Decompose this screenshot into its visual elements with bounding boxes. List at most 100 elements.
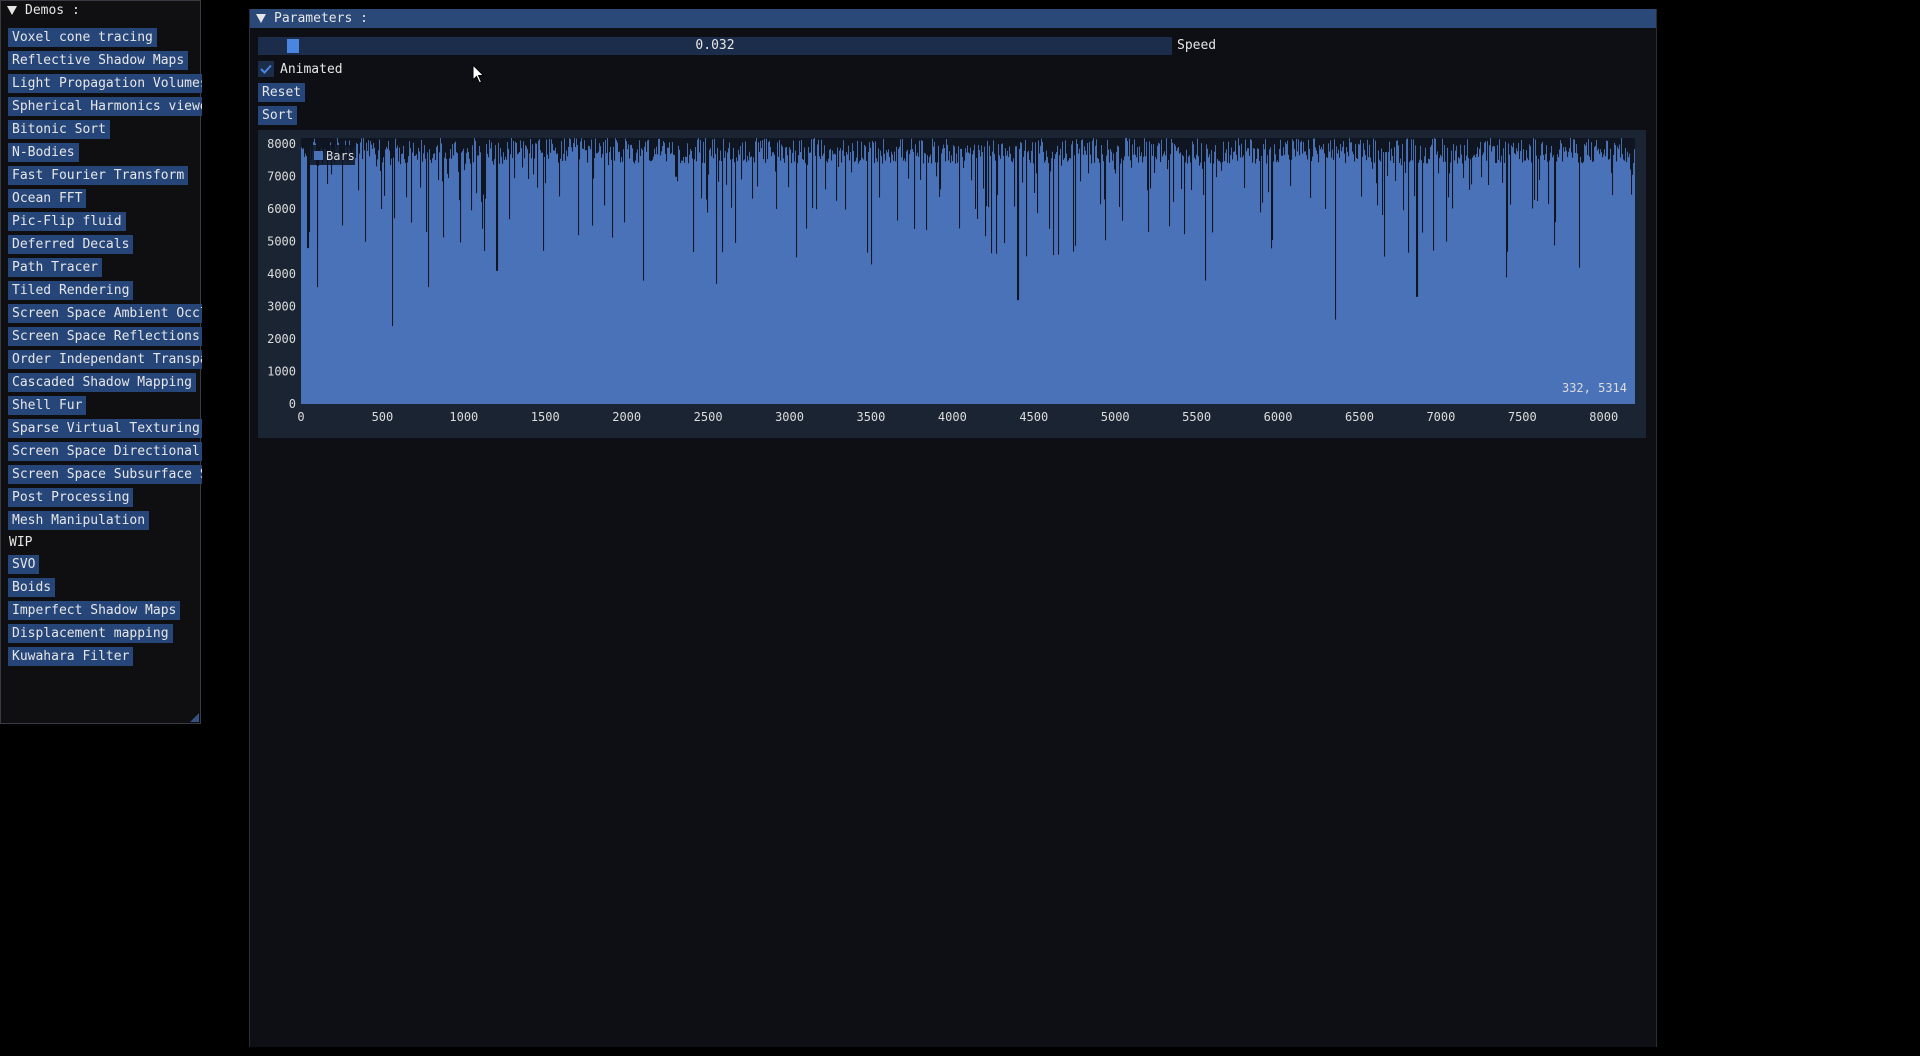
bar-gap bbox=[1339, 138, 1341, 158]
bar-gap bbox=[632, 138, 634, 149]
demo-button[interactable]: Displacement mapping bbox=[8, 624, 173, 643]
bar-gap bbox=[1029, 138, 1031, 160]
bar-gap bbox=[1186, 138, 1188, 150]
bar-gap bbox=[1170, 138, 1172, 155]
demo-button[interactable]: Ocean FFT bbox=[8, 189, 87, 208]
demo-button[interactable]: Screen Space Subsurface Sca bbox=[8, 465, 202, 484]
demo-button[interactable]: Mesh Manipulation bbox=[8, 511, 150, 530]
bar-gap bbox=[1024, 138, 1026, 151]
demo-button[interactable]: Cascaded Shadow Mapping bbox=[8, 373, 197, 392]
bar-gap bbox=[436, 138, 438, 147]
bar-gap bbox=[561, 138, 563, 142]
bar-gap bbox=[544, 138, 546, 157]
demo-button[interactable]: Sparse Virtual Texturing bbox=[8, 419, 202, 438]
demo-button[interactable]: Post Processing bbox=[8, 488, 134, 507]
bar-gap bbox=[640, 138, 642, 156]
bar-gap bbox=[372, 138, 374, 149]
demo-button[interactable]: Reflective Shadow Maps bbox=[8, 51, 189, 70]
bar-gap bbox=[392, 138, 394, 327]
bar-gap bbox=[784, 138, 786, 163]
resize-grip-icon[interactable] bbox=[190, 713, 199, 722]
demo-button[interactable]: Pic-Flip fluid bbox=[8, 212, 126, 231]
bar-gap bbox=[1507, 138, 1509, 252]
demo-button[interactable]: N-Bodies bbox=[8, 143, 79, 162]
bar-gap bbox=[984, 138, 986, 147]
bar-gap bbox=[1058, 138, 1060, 255]
demo-button[interactable]: Fast Fourier Transform bbox=[8, 166, 189, 185]
demo-button[interactable]: Order Independant Transpare bbox=[8, 350, 202, 369]
demo-button[interactable]: Imperfect Shadow Maps bbox=[8, 601, 181, 620]
bar-gap bbox=[1306, 138, 1308, 156]
demo-button[interactable]: Bitonic Sort bbox=[8, 120, 110, 139]
bar-gap bbox=[1284, 138, 1286, 155]
collapse-triangle-icon[interactable] bbox=[7, 6, 17, 15]
parameters-title-bar[interactable]: Parameters : bbox=[250, 9, 1656, 28]
demo-button[interactable]: Kuwahara Filter bbox=[8, 647, 134, 666]
bar-gap bbox=[1164, 138, 1166, 152]
sort-button[interactable]: Sort bbox=[258, 106, 298, 125]
demos-title-bar[interactable]: Demos : bbox=[1, 1, 200, 20]
bar-gap bbox=[1499, 138, 1501, 140]
demo-button[interactable]: Path Tracer bbox=[8, 258, 103, 277]
bar-gap bbox=[1614, 138, 1616, 143]
bar-gap bbox=[1150, 138, 1152, 189]
demo-row: Light Propagation Volumes bbox=[8, 74, 202, 97]
bar-gap bbox=[1094, 138, 1096, 163]
bar-gap bbox=[444, 138, 446, 158]
demo-button[interactable]: Light Propagation Volumes bbox=[8, 74, 202, 93]
bar-plot-svg[interactable]: 0 1000 2000 3000 4000 5000 6000 7000 8000 0 500 100… bbox=[258, 130, 1646, 438]
demo-button[interactable]: Screen Space Directional Oc bbox=[8, 442, 202, 461]
demos-title: Demos : bbox=[25, 3, 80, 18]
animated-checkbox[interactable] bbox=[258, 61, 274, 77]
bar-gap bbox=[1216, 138, 1218, 178]
demo-button[interactable]: SVO bbox=[8, 555, 40, 574]
bar-gap bbox=[714, 138, 716, 139]
bar-gap bbox=[772, 138, 774, 153]
bar-gap bbox=[1411, 138, 1413, 140]
bar-gap bbox=[972, 138, 974, 155]
reset-button[interactable]: Reset bbox=[258, 83, 306, 102]
speed-slider[interactable]: 0.032 bbox=[258, 37, 1172, 55]
bar-gap bbox=[1300, 138, 1302, 143]
demo-row: Fast Fourier Transform bbox=[8, 166, 202, 189]
bar-gap bbox=[524, 138, 526, 159]
bar-gap bbox=[679, 138, 681, 150]
bar-gap bbox=[676, 138, 678, 177]
bar-gap bbox=[673, 138, 675, 155]
demo-button[interactable]: Shell Fur bbox=[8, 396, 87, 415]
demo-button[interactable]: Boids bbox=[8, 578, 56, 597]
bar-gap bbox=[611, 138, 613, 160]
bar-gap bbox=[1317, 138, 1319, 155]
bar-gap bbox=[703, 138, 705, 142]
bar-gap bbox=[815, 138, 817, 156]
bar-gap bbox=[542, 138, 544, 153]
bar-gap bbox=[1117, 138, 1119, 146]
bar-gap bbox=[655, 138, 657, 155]
demo-row: Displacement mapping bbox=[8, 624, 202, 647]
bar-gap bbox=[572, 138, 574, 152]
animated-checkbox-row[interactable]: Animated bbox=[258, 60, 343, 78]
demo-button[interactable]: Screen Space Reflections bbox=[8, 327, 202, 346]
bar-gap bbox=[579, 138, 581, 160]
demo-button[interactable]: Deferred Decals bbox=[8, 235, 134, 254]
bar-gap bbox=[1075, 138, 1077, 246]
bar-gap bbox=[538, 138, 540, 141]
demo-button[interactable]: Tiled Rendering bbox=[8, 281, 134, 300]
demo-button[interactable]: Voxel cone tracing bbox=[8, 28, 157, 47]
bar-gap bbox=[816, 138, 818, 210]
bar-gap bbox=[601, 138, 603, 158]
demo-button[interactable]: Screen Space Ambient Occlus bbox=[8, 304, 202, 323]
bar-gap bbox=[1481, 138, 1483, 178]
bar-plot[interactable]: 0 1000 2000 3000 4000 5000 6000 7000 8000 0 500 100… bbox=[258, 130, 1646, 438]
collapse-triangle-icon[interactable] bbox=[256, 14, 266, 23]
bar-gap bbox=[1008, 138, 1010, 157]
bar-gap bbox=[1342, 138, 1344, 147]
bar-gap bbox=[1330, 138, 1332, 141]
legend[interactable]: Bars bbox=[309, 145, 355, 165]
bar-gap bbox=[558, 138, 560, 163]
bar-gap bbox=[957, 138, 959, 163]
demo-button[interactable]: Spherical Harmonics viewer bbox=[8, 97, 202, 116]
bar-gap bbox=[1206, 138, 1208, 145]
bar-gap bbox=[455, 138, 457, 142]
bar-gap bbox=[899, 138, 901, 147]
